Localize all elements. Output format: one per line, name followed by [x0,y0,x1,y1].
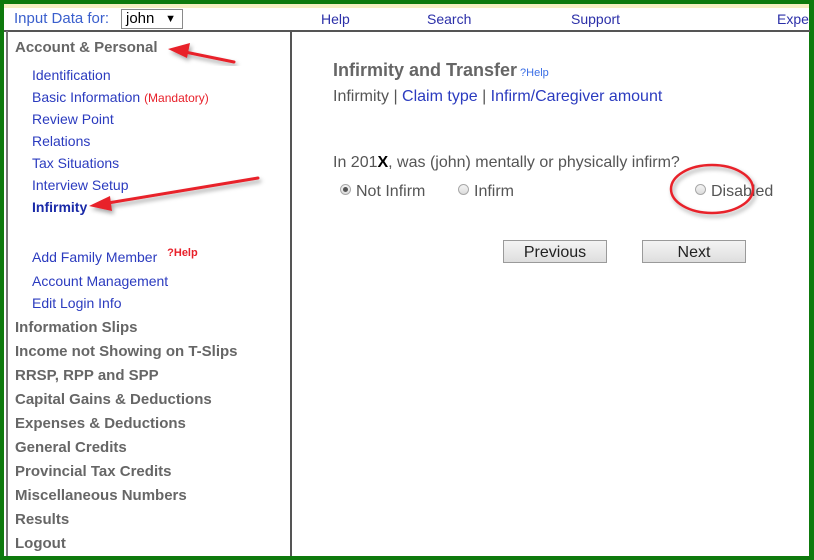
sidebar-section-income-not-showing[interactable]: Income not Showing on T-Slips [15,343,238,360]
window-frame-left [0,0,4,560]
sidebar-section-misc-numbers[interactable]: Miscellaneous Numbers [15,487,187,504]
radio-infirm[interactable]: Infirm [458,183,514,201]
sidebar-section-logout[interactable]: Logout [15,535,66,552]
sidebar-section-expenses[interactable]: Expenses & Deductions [15,415,186,432]
sidebar-item-label: Basic Information [32,89,141,105]
previous-button[interactable]: Previous [503,240,607,263]
arrow-account-personal [168,43,236,64]
question-prefix: In 201 [333,154,378,171]
header-divider [4,30,810,32]
window-frame-right [809,0,814,560]
infirmity-question: In 201X, was (john) mentally or physical… [333,154,680,172]
mandatory-badge: (Mandatory) [144,91,209,105]
breadcrumb: Infirmity | Claim type | Infirm/Caregive… [333,88,662,106]
breadcrumb-current: Infirmity [333,88,389,105]
sidebar-item-edit-login-info[interactable]: Edit Login Info [32,295,122,311]
user-select[interactable]: john ▼ [121,9,183,29]
next-button[interactable]: Next [642,240,746,263]
radio-label: Disabled [711,183,774,200]
sidebar-item-account-management[interactable]: Account Management [32,273,168,289]
sidebar-section-capital-gains[interactable]: Capital Gains & Deductions [15,391,212,408]
radio-disabled[interactable]: Disabled [695,183,773,201]
sidebar-item-infirmity[interactable]: Infirmity [32,199,87,215]
sidebar-section-general-credits[interactable]: General Credits [15,439,127,456]
sidebar-section-provincial-credits[interactable]: Provincial Tax Credits [15,463,171,480]
radio-unchecked-icon[interactable] [695,184,706,196]
sidebar-section-information-slips[interactable]: Information Slips [15,319,138,336]
radio-checked-icon[interactable] [340,184,351,196]
chevron-down-icon: ▼ [165,13,176,25]
sidebar-item-label: Add Family Member [32,249,158,265]
help-link[interactable]: ?Help [167,247,198,259]
breadcrumb-caregiver-amount[interactable]: Infirm/Caregiver amount [491,88,663,105]
help-link[interactable]: ?Help [520,67,549,79]
question-suffix: , was (john) mentally or physically infi… [388,154,680,171]
user-select-value: john [126,10,155,27]
sidebar-section-account-personal[interactable]: Account & Personal [15,39,158,56]
sidebar-item-basic-information[interactable]: Basic Information (Mandatory) [32,89,209,105]
window-frame-bottom [0,556,814,560]
sidebar-section-results[interactable]: Results [15,511,69,528]
sidebar-section-rrsp[interactable]: RRSP, RPP and SPP [15,367,159,384]
breadcrumb-separator: | [389,88,403,105]
input-data-label: Input Data for: [14,10,110,27]
page-title: Infirmity and Transfer ?Help [333,60,549,81]
sidebar-item-relations[interactable]: Relations [32,133,90,149]
sidebar-item-tax-situations[interactable]: Tax Situations [32,155,119,171]
sidebar-item-interview-setup[interactable]: Interview Setup [32,177,129,193]
page-title-text: Infirmity and Transfer [333,60,518,80]
nav-support[interactable]: Support [571,11,620,27]
top-bar: Input Data for: john ▼ Help Search Suppo… [4,8,809,30]
breadcrumb-separator: | [477,88,491,105]
sidebar-item-add-family-member[interactable]: Add Family Member ?Help [32,247,198,265]
nav-search[interactable]: Search [427,11,471,27]
radio-not-infirm[interactable]: Not Infirm [340,183,425,201]
radio-unchecked-icon[interactable] [458,184,469,196]
question-year: X [377,154,389,171]
nav-expert[interactable]: Expe [777,11,809,27]
breadcrumb-claim-type[interactable]: Claim type [402,88,478,105]
sidebar-item-identification[interactable]: Identification [32,67,111,83]
sidebar-item-review-point[interactable]: Review Point [32,111,114,127]
nav-help[interactable]: Help [321,11,350,27]
radio-label: Infirm [474,183,514,200]
sidebar-left-border [6,31,8,556]
sidebar-divider [290,31,292,556]
radio-label: Not Infirm [356,183,426,200]
